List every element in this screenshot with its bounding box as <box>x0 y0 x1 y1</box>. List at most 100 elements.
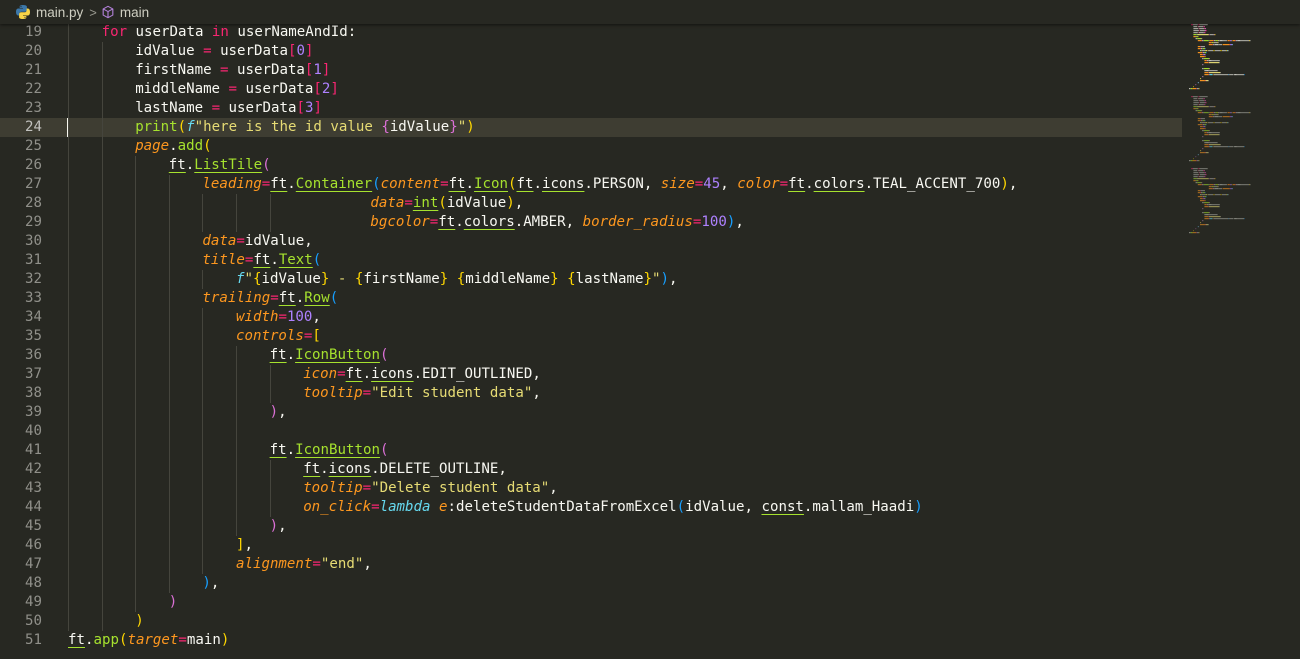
code-line[interactable]: 38 tooltip="Edit student data", <box>0 384 1182 403</box>
code-line[interactable]: 32 f"{idValue} - {firstName} {middleName}… <box>0 270 1182 289</box>
line-number: 38 <box>25 385 42 401</box>
code-line[interactable]: 40 <box>0 422 1182 441</box>
minimap-token <box>1196 36 1198 38</box>
minimap-token <box>1190 160 1193 162</box>
minimap-token <box>1206 132 1208 134</box>
code-line[interactable]: 43 tooltip="Delete student data", <box>0 479 1182 498</box>
minimap-token <box>1203 32 1205 34</box>
minimap-token <box>1192 168 1198 170</box>
minimap-token <box>1219 134 1220 136</box>
code-line[interactable]: 31 title=ft.Text( <box>0 251 1182 270</box>
minimap-token <box>1204 120 1206 122</box>
code-line[interactable]: 49) <box>0 593 1182 612</box>
code-line[interactable]: 30 data=idValue, <box>0 232 1182 251</box>
minimap-token <box>1203 98 1205 100</box>
minimap-token <box>1206 70 1209 72</box>
minimap-token <box>1205 70 1207 72</box>
code-line[interactable]: 39), <box>0 403 1182 422</box>
code-line[interactable]: 26 ft.ListTile( <box>0 156 1182 175</box>
code-line[interactable]: 37 icon=ft.icons.EDIT_OUTLINED, <box>0 365 1182 384</box>
minimap-token <box>1204 54 1206 56</box>
code-text: lastName = userData[3] <box>135 100 322 116</box>
minimap-token <box>1213 34 1215 36</box>
minimap-token <box>1199 24 1208 26</box>
minimap-token <box>1204 62 1209 64</box>
line-number: 34 <box>25 309 42 325</box>
breadcrumb-file[interactable]: main.py <box>36 5 83 20</box>
minimap-token <box>1198 104 1199 106</box>
code-line[interactable]: 48), <box>0 574 1182 593</box>
minimap-token <box>1200 118 1201 120</box>
minimap-token <box>1213 186 1214 188</box>
minimap-token <box>1213 112 1214 114</box>
code-line[interactable]: 22 middleName = userData[2] <box>0 80 1182 99</box>
code-line[interactable]: 46], <box>0 536 1182 555</box>
minimap-token <box>1203 212 1210 214</box>
minimap-token <box>1208 80 1209 82</box>
breadcrumb: main.py > main <box>0 0 1300 24</box>
code-text: f"{idValue} - {firstName} {middleName} {… <box>236 271 678 287</box>
code-line[interactable]: 28 data=int(idValue), <box>0 194 1182 213</box>
minimap-token <box>1227 122 1229 124</box>
minimap-token <box>1196 178 1197 180</box>
minimap-token <box>1200 80 1205 82</box>
minimap-token <box>1198 104 1204 106</box>
minimap-token <box>1209 140 1210 142</box>
minimap-token <box>1196 106 1198 108</box>
minimap-token <box>1191 96 1193 98</box>
code-line[interactable]: 51 ft.app(target=main) <box>0 631 1182 650</box>
minimap-token <box>1206 174 1207 176</box>
code-line[interactable]: 24 print(f"here is the id value {idValue}… <box>0 118 1182 137</box>
minimap-token <box>1211 42 1214 44</box>
minimap-token <box>1193 36 1196 38</box>
minimap-token <box>1208 72 1209 74</box>
minimap-token <box>1231 188 1233 190</box>
minimap-token <box>1214 122 1221 124</box>
code-line[interactable]: 42 ft.icons.DELETE_OUTLINE, <box>0 460 1182 479</box>
code-line[interactable]: 34 width=100, <box>0 308 1182 327</box>
code-line[interactable]: 50) <box>0 612 1182 631</box>
minimap-token <box>1203 170 1205 172</box>
code-line[interactable]: 25 page.add( <box>0 137 1182 156</box>
code-line[interactable]: 27 leading=ft.Container(content=ft.Icon(f… <box>0 175 1182 194</box>
minimap-token <box>1193 170 1198 172</box>
minimap-token <box>1208 116 1213 118</box>
minimap-token <box>1209 212 1210 214</box>
minimap-token <box>1198 160 1200 162</box>
code-line[interactable]: 33 trailing=ft.Row( <box>0 289 1182 308</box>
minimap-token <box>1206 124 1207 126</box>
minimap-token <box>1197 38 1202 40</box>
minimap-token <box>1198 32 1199 34</box>
line-number: 49 <box>25 594 42 610</box>
minimap-token <box>1202 202 1204 204</box>
code-line[interactable]: 20 idValue = userData[0] <box>0 42 1182 61</box>
minimap[interactable] <box>1186 24 1300 655</box>
code-line[interactable]: 44 on_click=lambda e:deleteStudentDataFro… <box>0 498 1182 517</box>
minimap-token <box>1200 194 1202 196</box>
minimap-token <box>1213 42 1218 44</box>
code-editor[interactable]: 19 for userData in userNameAndId: 20 idValu… <box>0 23 1184 655</box>
code-line[interactable]: 36 ft.IconButton( <box>0 346 1182 365</box>
minimap-token <box>1198 26 1204 28</box>
minimap-token <box>1206 196 1207 198</box>
code-line[interactable]: 35 controls=[ <box>0 327 1182 346</box>
breadcrumb-symbol[interactable]: main <box>120 5 149 20</box>
line-number: 28 <box>25 195 42 211</box>
minimap-token <box>1220 72 1221 74</box>
minimap-token <box>1203 104 1205 106</box>
code-line[interactable]: 47 alignment="end", <box>0 555 1182 574</box>
minimap-token <box>1208 44 1213 46</box>
minimap-token <box>1213 184 1214 186</box>
minimap-token <box>1219 184 1220 186</box>
code-text: ], <box>236 537 253 553</box>
minimap-token <box>1214 106 1216 108</box>
code-line[interactable]: 29 bgcolor=ft.colors.AMBER, border_radius… <box>0 213 1182 232</box>
code-line[interactable]: 45), <box>0 517 1182 536</box>
minimap-token <box>1206 122 1208 124</box>
code-line[interactable]: 21 firstName = userData[1] <box>0 61 1182 80</box>
code-line[interactable]: 23 lastName = userData[3] <box>0 99 1182 118</box>
code-line[interactable]: 41 ft.IconButton( <box>0 441 1182 460</box>
minimap-token <box>1203 196 1205 198</box>
minimap-token <box>1198 226 1199 228</box>
code-line[interactable]: 19 for userData in userNameAndId: <box>0 23 1182 42</box>
